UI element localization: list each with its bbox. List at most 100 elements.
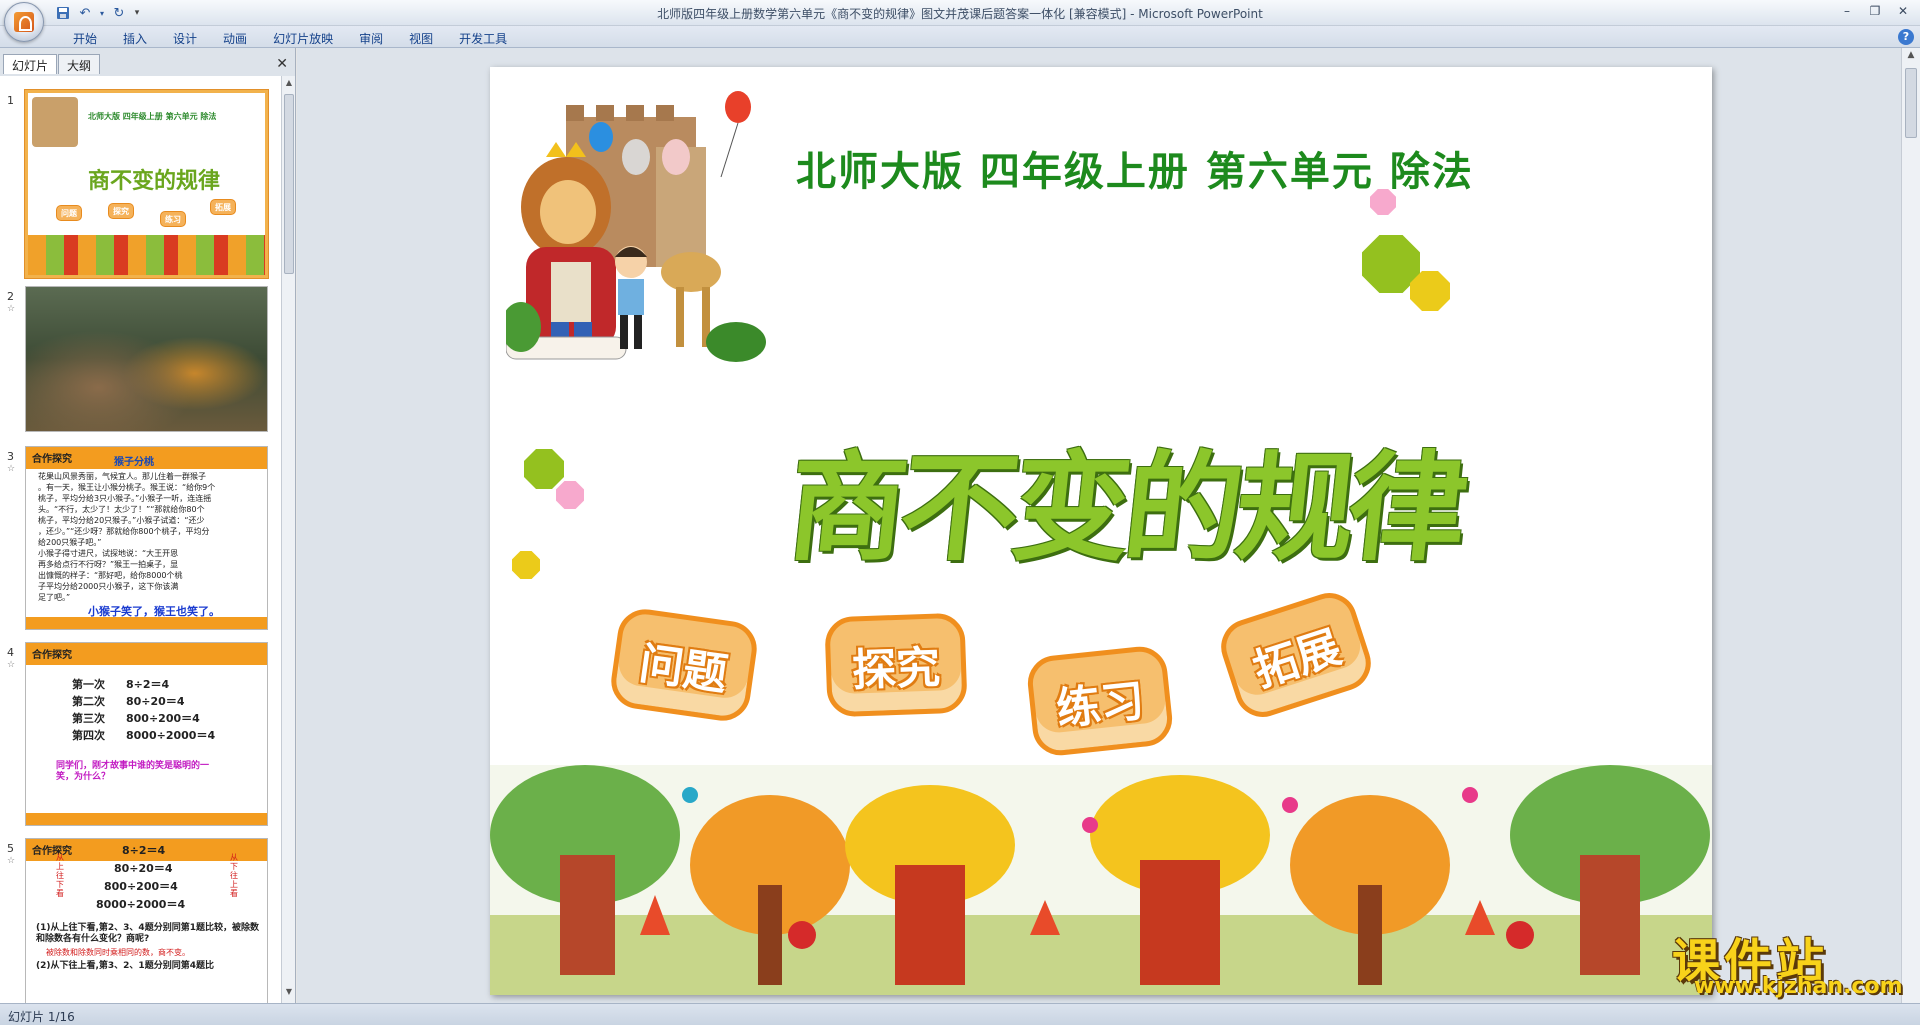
slide-thumbnail-3[interactable]: 合作探究 猴子分桃 花果山风景秀丽，气候宜人。那儿住着一群猴子 。有一天，猴王让… <box>25 446 268 630</box>
monkey-photo-image <box>26 287 267 431</box>
thumb-text-line: 子平均分给2000只小猴子，这下你该满 <box>38 582 179 591</box>
thumb-text-line: 小猴子得寸进尺，试探地说：“大王开恩 <box>38 549 179 558</box>
tab-outline[interactable]: 大纲 <box>58 54 101 74</box>
slide-thumbnail-5[interactable]: 合作探究 8÷2＝4 80÷20＝4 800÷200＝4 8000÷2000＝4… <box>25 838 268 1003</box>
office-button[interactable] <box>4 2 44 42</box>
thumb-subtitle: 猴子分桃 <box>114 457 154 468</box>
help-icon[interactable]: ? <box>1898 29 1914 45</box>
thumb-text-line: 再多给点行不行呀？”猴王一拍桌子，显 <box>38 560 179 569</box>
kjzhan-watermark: 课件站 www.kjzhan.com <box>1666 922 1904 1002</box>
scroll-down-icon[interactable]: ▼ <box>282 987 296 1001</box>
tab-insert[interactable]: 插入 <box>110 29 160 48</box>
thumb-row-eq: 8000÷2000＝4 <box>126 729 216 742</box>
minimize-icon[interactable]: – <box>1834 2 1860 20</box>
scroll-up-icon[interactable]: ▲ <box>1902 50 1920 66</box>
thumbnail-row-5[interactable]: 5 ☆ 合作探究 8÷2＝4 80÷20＝4 800÷200＝4 8000÷20… <box>0 838 282 1003</box>
tab-review[interactable]: 审阅 <box>346 29 396 48</box>
slide-thumbnail-2[interactable] <box>25 286 268 432</box>
slide-canvas[interactable]: 北师大版 四年级上册 第六单元 除法 商不变的规律 问题 探究 练习 拓展 <box>490 67 1712 995</box>
thumb-chip: 问题 <box>56 205 82 221</box>
thumb-question-1: (1)从上往下看,第2、3、4题分别同第1题比较，被除数和除数各有什么变化？商呢… <box>36 923 259 944</box>
yellow-octagon-decoration <box>512 551 540 579</box>
slide-thumbnail-4[interactable]: 合作探究 第一次 8÷2＝4 第二次 80÷20＝4 第三次 800÷200＝4… <box>25 642 268 826</box>
thumb-row-eq: 8÷2＝4 <box>126 678 170 691</box>
scroll-thumb[interactable] <box>284 94 294 274</box>
window-title: 北师版四年级上册数学第六单元《商不变的规律》图文并茂课后题答案一体化 [兼容模式… <box>657 7 1263 21</box>
thumb-side-label-right: 从下往上看 <box>230 853 238 898</box>
thumb-chip: 练习 <box>160 211 186 227</box>
thumb-question: 同学们，刚才故事中谁的笑是聪明的一笑，为什么？ <box>56 761 210 782</box>
lion-castle-illustration <box>506 91 766 362</box>
thumb-chip: 拓展 <box>210 199 236 215</box>
status-bar: 幻灯片 1/16 <box>0 1003 1920 1025</box>
thumb-row-label: 第四次 <box>72 729 105 742</box>
scroll-thumb[interactable] <box>1905 68 1917 138</box>
thumbnail-row-4[interactable]: 4 ☆ 合作探究 第一次 8÷2＝4 第二次 80÷20＝4 第三次 800÷2… <box>0 642 282 842</box>
green-octagon-decoration <box>524 449 564 489</box>
tab-slideshow[interactable]: 幻灯片放映 <box>260 29 346 48</box>
thumb-text-line: 。有一天，猴王让小猴分桃子。猴王说：“给你9个 <box>38 483 216 492</box>
tab-view[interactable]: 视图 <box>396 29 446 48</box>
tab-slides[interactable]: 幻灯片 <box>3 54 58 74</box>
thumbnail-row-1[interactable]: 1 北师大版 四年级上册 第六单元 除法 商不变的规律 问题 探究 练习 拓展 <box>0 90 282 290</box>
transition-star-icon: ☆ <box>7 660 16 670</box>
watermark-url: www.kjzhan.com <box>1694 974 1903 999</box>
thumb-eq: 80÷20＝4 <box>114 862 173 875</box>
thumbnail-row-3[interactable]: 3 ☆ 合作探究 猴子分桃 花果山风景秀丽，气候宜人。那儿住着一群猴子 。有一天… <box>0 446 282 646</box>
thumb-footer-bar <box>26 813 267 825</box>
slide-number: 2 <box>7 290 14 303</box>
tab-animations[interactable]: 动画 <box>210 29 260 48</box>
slide-number: 5 <box>7 842 14 855</box>
thumb-text-line: 桃子，平均分给3只小猴子。”小猴子一听，连连摇 <box>38 494 212 503</box>
thumb-eq: 800÷200＝4 <box>104 880 178 893</box>
thumb-illustration-image <box>32 97 78 147</box>
thumb-heading: 合作探究 <box>26 643 267 665</box>
transition-star-icon: ☆ <box>7 856 16 866</box>
pink-octagon-decoration <box>1370 189 1396 215</box>
thumb-row-eq: 800÷200＝4 <box>126 712 200 725</box>
extend-button[interactable]: 拓展 <box>1213 585 1379 725</box>
thumb-side-label-left: 从上往下看 <box>56 853 64 898</box>
thumbnail-list: 1 北师大版 四年级上册 第六单元 除法 商不变的规律 问题 探究 练习 拓展 … <box>0 76 282 1003</box>
explore-button[interactable]: 探究 <box>824 612 968 718</box>
thumb-text-line: 足了吧。” <box>38 593 71 602</box>
tab-developer[interactable]: 开发工具 <box>446 29 520 48</box>
restore-icon[interactable]: ❐ <box>1862 2 1888 20</box>
slide-number: 3 <box>7 450 14 463</box>
close-pane-icon[interactable]: ✕ <box>276 56 288 72</box>
transition-star-icon: ☆ <box>7 304 16 314</box>
pane-tabs: 幻灯片 大纲 ✕ <box>0 52 296 74</box>
thumbnail-scrollbar[interactable]: ▲ ▼ <box>281 76 295 1003</box>
thumb-text-line: ，还少。”“还少呀？那就给你800个桃子，平均分 <box>38 527 210 536</box>
yellow-octagon-decoration <box>1410 271 1450 311</box>
ribbon: 开始 插入 设计 动画 幻灯片放映 审阅 视图 开发工具 ? <box>0 26 1920 48</box>
thumb-chip: 探究 <box>108 203 134 219</box>
thumb-text-line: 花果山风景秀丽，气候宜人。那儿住着一群猴子 <box>38 472 206 481</box>
slide-main-title: 商不变的规律 <box>781 438 1469 577</box>
tab-design[interactable]: 设计 <box>160 29 210 48</box>
thumb-row-label: 第一次 <box>72 678 105 691</box>
scroll-up-icon[interactable]: ▲ <box>282 78 296 92</box>
question-button[interactable]: 问题 <box>607 605 761 725</box>
slide-number: 1 <box>7 94 14 107</box>
close-icon[interactable]: ✕ <box>1890 2 1916 20</box>
thumb-big-title: 商不变的规律 <box>88 168 221 194</box>
tab-home[interactable]: 开始 <box>60 29 110 48</box>
thumb-text-line: 头。“不行，太少了！太少了！”“那就给你80个 <box>38 505 205 514</box>
thumb-eq: 8÷2＝4 <box>122 844 166 857</box>
forest-illustration <box>490 765 1712 995</box>
thumb-text-line: 出慷慨的样子：“那好吧，给你8000个桃 <box>38 571 183 580</box>
practice-button[interactable]: 练习 <box>1025 643 1175 759</box>
office-logo-icon <box>14 12 34 32</box>
thumb-small-title: 北师大版 四年级上册 第六单元 除法 <box>88 112 217 121</box>
slide-counter: 幻灯片 1/16 <box>8 1010 75 1024</box>
pink-octagon-decoration <box>556 481 584 509</box>
slide-scrollbar[interactable]: ▲ <box>1901 48 1920 1003</box>
thumb-eq: 8000÷2000＝4 <box>96 898 186 911</box>
thumb-answer-1: 被除数和除数同时乘相同的数，商不变。 <box>46 948 190 957</box>
thumb-text-line: 桃子，平均分给20只猴子。”小猴子试道：“还少 <box>38 516 205 525</box>
slide-number: 4 <box>7 646 14 659</box>
transition-star-icon: ☆ <box>7 464 16 474</box>
thumb-text-line: 给200只猴子吧。” <box>38 538 102 547</box>
slide-thumbnail-1[interactable]: 北师大版 四年级上册 第六单元 除法 商不变的规律 问题 探究 练习 拓展 <box>25 90 268 278</box>
